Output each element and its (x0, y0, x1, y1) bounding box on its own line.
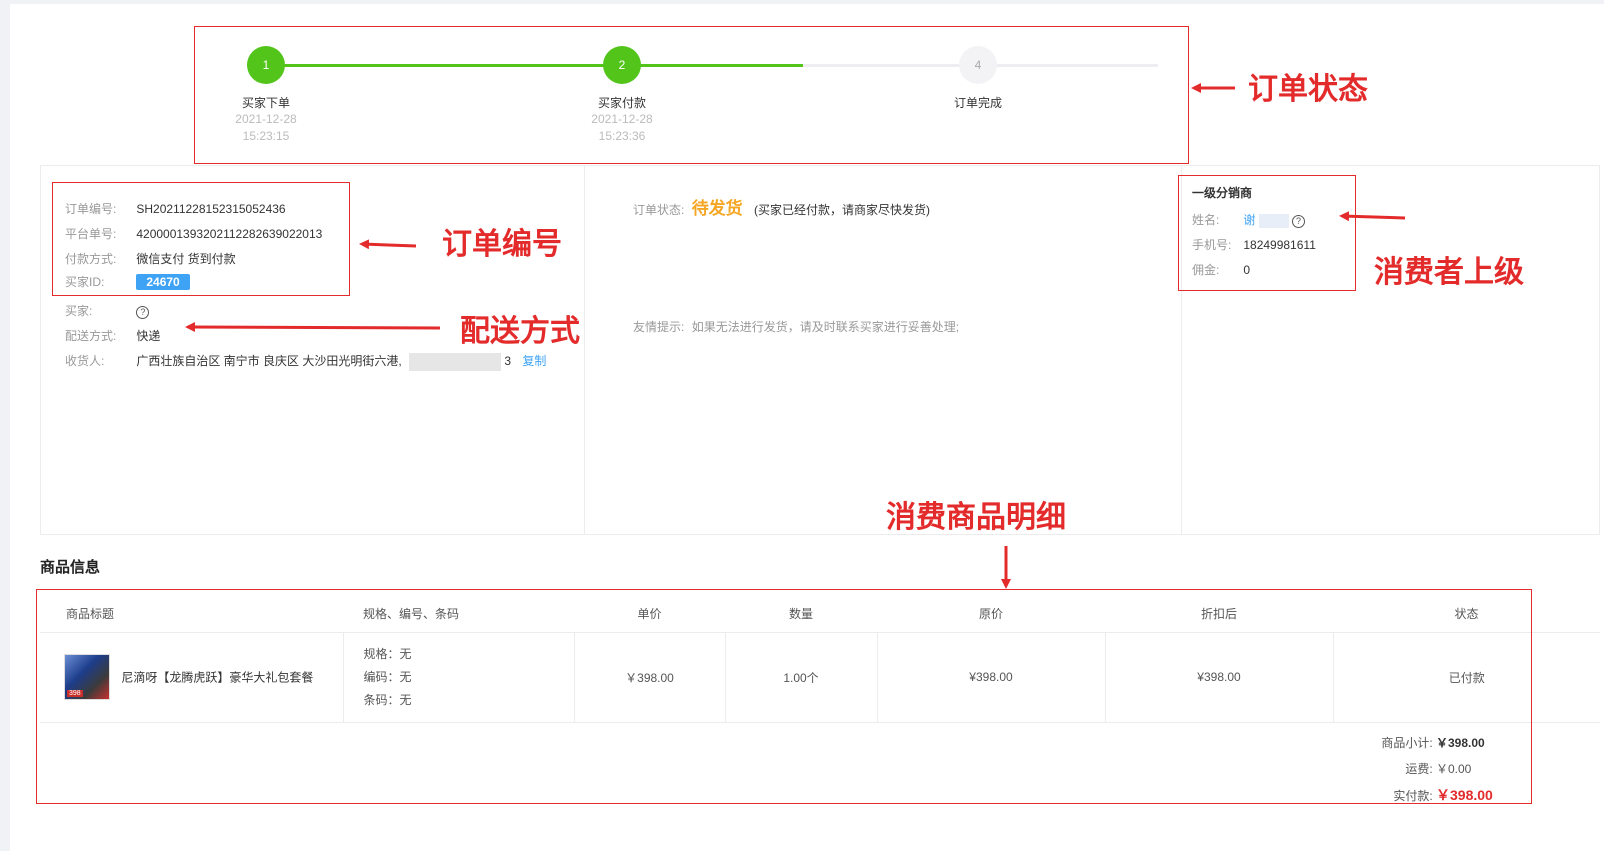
annotation-order-no: 订单编号 (442, 227, 562, 262)
annotation-order-status: 订单状态 (1248, 72, 1368, 107)
annotation-box-superior (1178, 175, 1356, 291)
tip-text: 如果无法进行发货，请及时联系买家进行妥善处理; (691, 320, 960, 334)
delivery-row: 配送方式: 快递 (65, 327, 160, 344)
status-row: 订单状态: 待发货 (买家已经付款，请商家尽快发货) (633, 194, 930, 219)
annotation-goods: 消费商品明细 (886, 500, 1066, 535)
goods-section-title: 商品信息 (40, 559, 101, 576)
delivery-value: 快递 (136, 329, 161, 343)
buyer-row: 买家: ? (65, 302, 150, 319)
status-value: 待发货 (691, 199, 743, 218)
redacted-block (409, 352, 502, 371)
tip-label: 友情提示: (633, 320, 685, 334)
status-note: (买家已经付款，请商家尽快发货) (754, 203, 931, 217)
help-icon[interactable]: ? (136, 306, 150, 319)
annotation-box-goods (36, 589, 1532, 804)
copy-link[interactable]: 复制 (522, 354, 546, 368)
annotation-delivery: 配送方式 (460, 314, 580, 349)
receiver-label: 收货人: (65, 354, 105, 368)
annotation-box-order-no (52, 182, 350, 296)
delivery-label: 配送方式: (65, 329, 117, 343)
receiver-tail: 3 (504, 354, 512, 368)
annotation-superior: 消费者上级 (1374, 255, 1524, 290)
tip-row: 友情提示: 如果无法进行发货，请及时联系买家进行妥善处理; (633, 318, 959, 335)
buyer-label: 买家: (65, 304, 93, 318)
receiver-row: 收货人: 广西壮族自治区 南宁市 良庆区 大沙田光明街六港, 3 复制 (65, 352, 546, 371)
order-status-col: 订单状态: 待发货 (买家已经付款，请商家尽快发货) 友情提示: 如果无法进行发… (585, 166, 1182, 534)
annotation-box-status (194, 26, 1189, 164)
status-label: 订单状态: (633, 203, 685, 217)
receiver-address: 广西壮族自治区 南宁市 良庆区 大沙田光明街六港, (136, 354, 402, 368)
